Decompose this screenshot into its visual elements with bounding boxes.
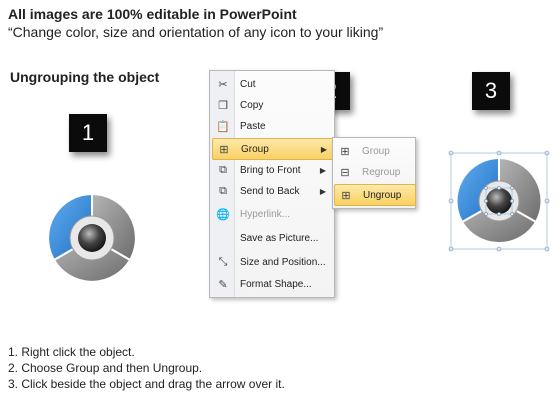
menu-item-label: Group: [241, 143, 269, 155]
bring-to-front-icon: ⧉: [219, 163, 227, 176]
submenu-item-regroup[interactable]: ⊟ Regroup: [334, 162, 414, 182]
menu-item-label: Hyperlink...: [240, 208, 291, 220]
instruction-step: 2. Choose Group and then Ungroup.: [8, 361, 203, 375]
cycle-diagram-step1[interactable]: [44, 176, 140, 288]
format-shape-icon: ✎: [218, 278, 228, 291]
menu-item-copy[interactable]: ❐ Copy: [212, 95, 332, 115]
menu-item-group[interactable]: ⊞ Group ▶: [212, 138, 334, 160]
instruction-step: 1. Right click the object.: [8, 345, 135, 359]
group-icon: ⊞: [219, 143, 229, 156]
step-1-box: 1: [69, 114, 107, 152]
paste-icon: 📋: [216, 120, 230, 133]
submenu-arrow-icon: ▶: [319, 186, 326, 196]
menu-item-size-and-position[interactable]: ⤡ Size and Position...: [212, 252, 332, 272]
submenu-item-label: Regroup: [362, 166, 401, 178]
menu-item-label: Size and Position...: [240, 256, 326, 268]
ungroup-icon: ⊞: [341, 189, 351, 202]
menu-item-label: Bring to Front: [240, 164, 301, 176]
submenu-arrow-icon: ▶: [319, 165, 326, 175]
header-tagline: “Change color, size and orientation of a…: [8, 24, 384, 40]
step-3-box: 3: [472, 72, 510, 110]
instructions-list: 1. Right click the object. 2. Choose Gro…: [8, 344, 285, 392]
size-position-icon: ⤡: [218, 255, 228, 268]
instruction-step: 3. Click beside the object and drag the …: [8, 377, 285, 391]
cycle-diagram-step3[interactable]: [448, 150, 550, 252]
menu-item-send-to-back[interactable]: ⧉ Send to Back ▶: [212, 181, 332, 201]
menu-item-label: Send to Back: [240, 185, 300, 197]
copy-icon: ❐: [218, 99, 228, 112]
menu-item-save-as-picture[interactable]: Save as Picture...: [212, 228, 332, 248]
menu-item-label: Format Shape...: [240, 278, 312, 290]
hyperlink-icon: 🌐: [216, 208, 230, 221]
send-to-back-icon: ⧉: [219, 184, 227, 197]
submenu-item-label: Ungroup: [363, 189, 402, 201]
menu-item-bring-to-front[interactable]: ⧉ Bring to Front ▶: [212, 160, 332, 180]
menu-item-label: Save as Picture...: [240, 232, 319, 244]
group-icon: ⊞: [340, 145, 350, 158]
context-menu: ✂ Cut ❐ Copy 📋 Paste ⊞ Group ▶ ⧉ Bring t…: [209, 70, 335, 298]
section-subtitle: Ungrouping the object: [10, 69, 160, 85]
menu-item-label: Copy: [240, 99, 264, 111]
menu-item-hyperlink[interactable]: 🌐 Hyperlink...: [212, 204, 332, 224]
submenu-item-group[interactable]: ⊞ Group: [334, 141, 414, 161]
menu-item-format-shape[interactable]: ✎ Format Shape...: [212, 274, 332, 294]
scissors-icon: ✂: [218, 78, 228, 91]
submenu-item-ungroup[interactable]: ⊞ Ungroup: [334, 184, 416, 206]
regroup-icon: ⊟: [340, 166, 350, 179]
header-title: All images are 100% editable in PowerPoi…: [8, 6, 297, 22]
menu-item-label: Paste: [240, 120, 266, 132]
menu-item-paste[interactable]: 📋 Paste: [212, 116, 332, 136]
submenu-item-label: Group: [362, 145, 390, 157]
save-as-picture-icon: [214, 229, 232, 247]
menu-item-cut[interactable]: ✂ Cut: [212, 74, 332, 94]
group-submenu: ⊞ Group ⊟ Regroup ⊞ Ungroup: [332, 137, 416, 209]
submenu-arrow-icon: ▶: [320, 144, 327, 154]
menu-item-label: Cut: [240, 78, 256, 90]
